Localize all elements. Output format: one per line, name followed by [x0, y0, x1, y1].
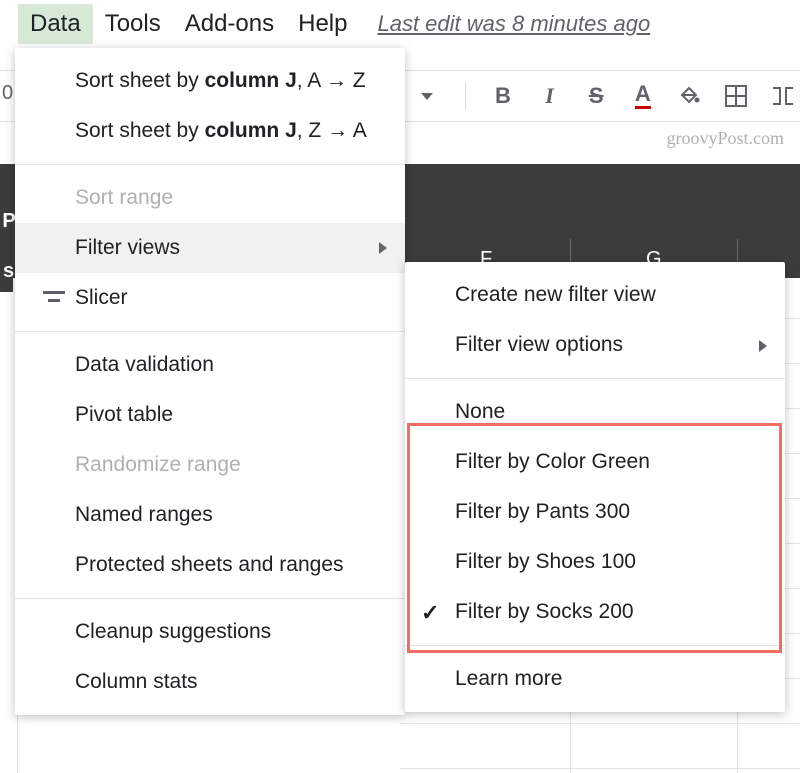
strikethrough-button[interactable]: S — [579, 78, 614, 114]
font-size-dropdown-icon[interactable] — [410, 78, 445, 114]
filter-view-color-green[interactable]: Filter by Color Green — [405, 437, 785, 487]
menu-separator — [405, 378, 785, 379]
slicer-icon — [43, 291, 65, 305]
column-stats[interactable]: Column stats — [15, 657, 405, 707]
slicer[interactable]: Slicer — [15, 273, 405, 323]
filter-view-none[interactable]: None — [405, 387, 785, 437]
menu-separator — [15, 331, 405, 332]
filter-view-options-label: Filter view options — [455, 333, 623, 356]
filter-view-options[interactable]: Filter view options — [405, 320, 785, 370]
filter-views-submenu: Create new filter view Filter view optio… — [405, 262, 785, 712]
filter-view-shoes-100[interactable]: Filter by Shoes 100 — [405, 537, 785, 587]
menu-help[interactable]: Help — [286, 4, 359, 44]
pivot-table[interactable]: Pivot table — [15, 390, 405, 440]
menu-addons[interactable]: Add-ons — [173, 4, 286, 44]
menu-separator — [405, 645, 785, 646]
left-column-fragment-s: s — [3, 260, 14, 283]
sort-asc-label: Sort sheet by column J, A → Z — [75, 69, 366, 93]
bold-button[interactable]: B — [486, 78, 521, 114]
sort-desc-label: Sort sheet by column J, Z → A — [75, 119, 367, 143]
filter-views-label: Filter views — [75, 236, 180, 260]
data-validation[interactable]: Data validation — [15, 340, 405, 390]
menu-tools[interactable]: Tools — [93, 4, 173, 44]
learn-more[interactable]: Learn more — [405, 654, 785, 704]
sort-range: Sort range — [15, 173, 405, 223]
named-ranges[interactable]: Named ranges — [15, 490, 405, 540]
create-new-filter-view[interactable]: Create new filter view — [405, 270, 785, 320]
filter-view-pants-300[interactable]: Filter by Pants 300 — [405, 487, 785, 537]
slicer-label: Slicer — [75, 286, 128, 310]
submenu-arrow-icon — [759, 340, 767, 352]
randomize-range: Randomize range — [15, 440, 405, 490]
menu-data[interactable]: Data — [18, 4, 93, 44]
toolbar-separator — [465, 82, 466, 110]
merge-cells-button[interactable] — [765, 78, 800, 114]
filter-view-socks-label: Filter by Socks 200 — [455, 600, 634, 623]
checkmark-icon: ✓ — [421, 600, 439, 626]
sort-sheet-desc[interactable]: Sort sheet by column J, Z → A — [15, 106, 405, 156]
data-menu-dropdown: Sort sheet by column J, A → Z Sort sheet… — [15, 48, 405, 715]
last-edit-status[interactable]: Last edit was 8 minutes ago — [377, 11, 650, 37]
paint-bucket-icon — [677, 84, 701, 108]
borders-icon — [725, 85, 747, 107]
menubar: Data Tools Add-ons Help Last edit was 8 … — [0, 0, 800, 48]
cleanup-suggestions[interactable]: Cleanup suggestions — [15, 607, 405, 657]
protected-sheets[interactable]: Protected sheets and ranges — [15, 540, 405, 590]
merge-icon — [772, 85, 794, 107]
filter-view-socks-200[interactable]: ✓ Filter by Socks 200 — [405, 587, 785, 637]
menu-separator — [15, 164, 405, 165]
watermark: groovyPost.com — [666, 128, 784, 149]
menu-separator — [15, 598, 405, 599]
fill-color-button[interactable] — [672, 78, 707, 114]
italic-button[interactable]: I — [532, 78, 567, 114]
text-color-button[interactable]: A — [625, 78, 660, 114]
filter-views[interactable]: Filter views — [15, 223, 405, 273]
submenu-arrow-icon — [379, 242, 387, 254]
sort-sheet-asc[interactable]: Sort sheet by column J, A → Z — [15, 56, 405, 106]
borders-button[interactable] — [719, 78, 754, 114]
